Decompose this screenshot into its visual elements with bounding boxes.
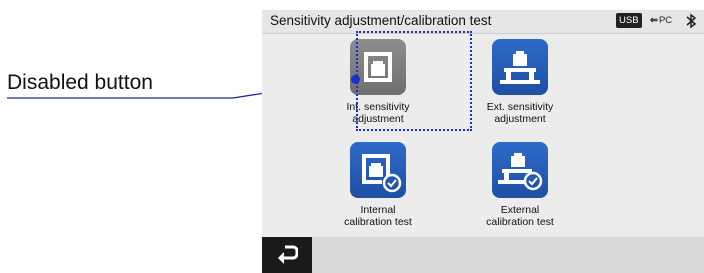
tile-label-line1: Ext. sensitivity [486,101,554,113]
tile-label-line2: adjustment [494,113,546,125]
internal-calibration-test-button[interactable]: Internal calibration test [318,142,438,228]
bottom-bar [262,237,704,273]
status-bar: Sensitivity adjustment/calibration test … [262,10,704,34]
return-arrow-icon [278,245,298,264]
pc-label: PC [658,15,673,26]
tile-label-line2: calibration test [344,216,412,228]
usb-icon: USB [616,13,642,28]
external-calibration-test-icon [492,142,548,198]
pc-connection-icon: ⇐PC [650,15,673,26]
callout-label: Disabled button [7,71,153,94]
internal-calibration-test-icon [350,142,406,198]
bluetooth-icon [686,13,697,29]
usb-label: USB [619,15,639,26]
ext-sensitivity-adjustment-button[interactable]: Ext. sensitivity adjustment [460,39,580,125]
screen-title: Sensitivity adjustment/calibration test [270,13,492,28]
tile-label-line1: Internal [360,204,396,216]
callout-dot [351,75,360,84]
external-weight-icon [492,39,548,95]
external-calibration-test-button[interactable]: External calibration test [460,142,580,228]
tile-label-line1: External [500,204,540,216]
device-screen: Sensitivity adjustment/calibration test … [262,10,704,273]
tile-label-line2: calibration test [486,216,554,228]
disabled-button-highlight [356,31,472,131]
back-button[interactable] [262,237,312,273]
